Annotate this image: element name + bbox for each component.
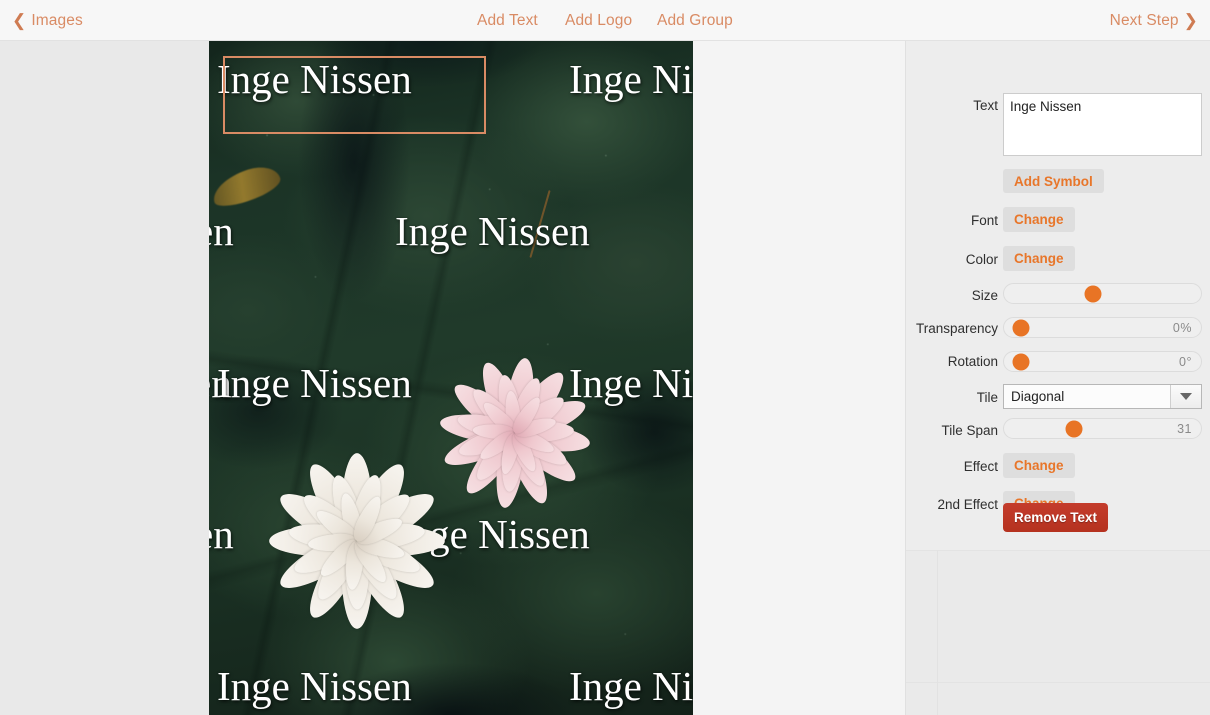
- panel-divider-bottom: [906, 682, 1210, 683]
- font-label: Font: [970, 213, 998, 228]
- properties-panel-form: Text Add Symbol Font Change Color Change…: [906, 41, 1210, 550]
- rotation-label: Rotation: [947, 354, 998, 369]
- rotation-value: 0°: [1179, 354, 1192, 369]
- size-slider-thumb[interactable]: [1084, 285, 1102, 302]
- tile-span-slider-thumb[interactable]: [1065, 420, 1082, 437]
- add-text-label: Add Text: [477, 11, 538, 29]
- panel-divider-top: [906, 550, 1210, 551]
- selected-text-bounding-box[interactable]: [223, 56, 486, 134]
- color-label: Color: [965, 252, 998, 267]
- tile-span-label: Tile Span: [941, 423, 998, 438]
- add-logo-button[interactable]: Add Logo: [565, 0, 632, 41]
- tile-span-slider[interactable]: 31: [1003, 418, 1202, 439]
- chevron-down-icon: [1180, 393, 1192, 400]
- back-to-images-label: Images: [31, 11, 83, 29]
- size-label: Size: [971, 288, 998, 303]
- rotation-slider-thumb[interactable]: [1012, 353, 1030, 370]
- chevron-right-icon: ❯: [1183, 11, 1198, 30]
- add-group-button[interactable]: Add Group: [657, 0, 733, 41]
- app-root: ❮ Images Add Text Add Logo Add Group Nex…: [0, 0, 1210, 715]
- second-effect-label: 2nd Effect: [937, 497, 998, 512]
- rotation-slider[interactable]: 0°: [1003, 351, 1202, 372]
- back-to-images-link[interactable]: ❮ Images: [12, 0, 83, 41]
- size-slider[interactable]: [1003, 283, 1202, 304]
- effect-label: Effect: [963, 459, 998, 474]
- effect-change-button[interactable]: Change: [1003, 453, 1075, 478]
- add-logo-label: Add Logo: [565, 11, 633, 29]
- top-navigation-bar: ❮ Images Add Text Add Logo Add Group Nex…: [0, 0, 1210, 41]
- text-field-label: Text: [973, 98, 998, 113]
- remove-text-button[interactable]: Remove Text: [1003, 503, 1108, 532]
- tile-span-value: 31: [1177, 421, 1192, 436]
- properties-panel: Text Add Symbol Font Change Color Change…: [905, 41, 1210, 715]
- next-step-button[interactable]: Next Step ❯: [1110, 0, 1198, 41]
- transparency-slider-thumb[interactable]: [1012, 319, 1030, 336]
- transparency-value: 0%: [1172, 320, 1192, 335]
- transparency-slider[interactable]: 0%: [1003, 317, 1202, 338]
- tile-dropdown-arrow-box[interactable]: [1170, 385, 1201, 408]
- font-change-button[interactable]: Change: [1003, 207, 1075, 232]
- watermark-text-input[interactable]: [1003, 93, 1202, 156]
- tile-label: Tile: [976, 390, 998, 405]
- add-symbol-button[interactable]: Add Symbol: [1003, 169, 1104, 193]
- transparency-label: Transparency: [915, 321, 998, 336]
- stage-background-right: [693, 41, 905, 715]
- white-water-lily: [257, 451, 457, 631]
- add-group-label: Add Group: [657, 11, 733, 29]
- source-photo-waterlilies: [209, 41, 693, 715]
- tile-selected-value: Diagonal: [1011, 389, 1065, 404]
- panel-column-divider: [937, 550, 938, 715]
- image-canvas[interactable]: Inge NissenInge NissenInge NissenInge Ni…: [209, 41, 693, 715]
- tile-mode-select[interactable]: Diagonal: [1003, 384, 1202, 409]
- chevron-left-icon: ❮: [12, 11, 27, 30]
- next-step-label: Next Step: [1109, 11, 1179, 29]
- watermark-text: Inge Nissen: [217, 56, 486, 134]
- color-change-button[interactable]: Change: [1003, 246, 1075, 271]
- add-text-button[interactable]: Add Text: [477, 0, 538, 41]
